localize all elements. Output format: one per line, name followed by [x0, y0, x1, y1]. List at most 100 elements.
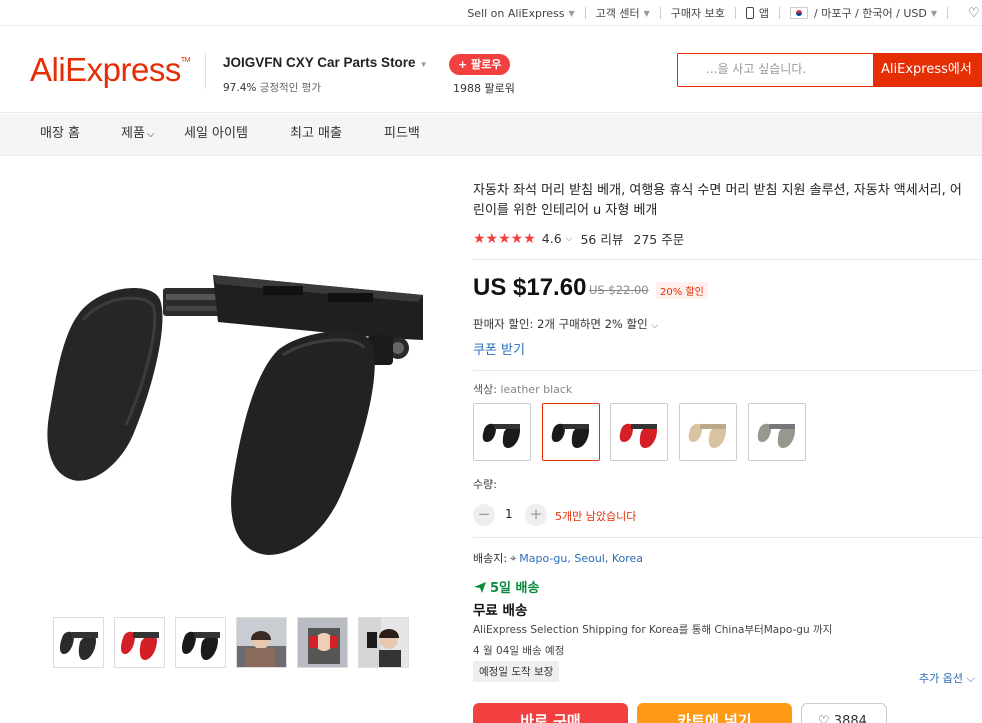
color-swatch[interactable]	[473, 403, 531, 461]
search-button[interactable]: AliExpress에서	[873, 52, 982, 87]
support-link[interactable]: 고객 센터 ▼	[596, 5, 650, 21]
chevron-down-icon: ⌵	[966, 672, 975, 685]
airplane-icon	[474, 581, 486, 593]
quantity-label: 수량:	[473, 478, 497, 491]
divider	[947, 7, 948, 19]
thumbnail-image	[181, 631, 220, 660]
swatch-image	[688, 423, 726, 448]
thumbnail-image	[59, 631, 98, 660]
follow-button[interactable]: + 팔로우	[449, 54, 511, 75]
store-name[interactable]: JOIGVFN CXY Car Parts Store ▼	[223, 55, 428, 70]
aliexpress-logo[interactable]: AliExpressTM	[30, 51, 191, 89]
delivery-guarantee-badge: 예정일 도착 보장	[473, 661, 560, 682]
quantity-increase-button[interactable]: +	[525, 504, 547, 526]
logo-text: AliExpress	[30, 51, 181, 88]
color-swatch-selected[interactable]	[542, 403, 600, 461]
trademark-symbol: TM	[180, 57, 191, 64]
app-label: 앱	[758, 7, 769, 20]
top-links: Sell on AliExpress ▼ 고객 센터 ▼ 구매자 보호 앱 / 마포…	[467, 5, 982, 21]
divider	[734, 7, 736, 19]
store-name-text: JOIGVFN CXY Car Parts Store	[223, 55, 416, 70]
chevron-down-icon: ⌵	[651, 321, 659, 331]
chevron-down-icon: ▼	[930, 8, 937, 18]
divider	[659, 7, 661, 19]
swatch-image	[482, 423, 520, 448]
wishlist-button[interactable]: ♡ 3884	[801, 703, 887, 723]
nav-feedback[interactable]: 피드백	[384, 114, 420, 154]
rating-row: ★★★★★ 4.6 ⌵ 56 리뷰 275 주문	[473, 229, 684, 248]
nav-top-sellers[interactable]: 최고 매출	[290, 114, 342, 154]
followers-count: 1988 팔로워	[453, 82, 515, 95]
thumbnail[interactable]	[236, 617, 287, 668]
thumbnail[interactable]	[114, 617, 165, 668]
buyer-protection-link[interactable]: 구매자 보호	[671, 5, 725, 21]
app-link[interactable]: 앱	[745, 5, 769, 21]
chevron-down-icon: ▼	[568, 8, 575, 18]
sell-label: Sell on AliExpress	[467, 6, 565, 20]
discount-badge: 20% 할인	[656, 282, 708, 299]
region-label: / 마포구 / 한국어 /	[814, 7, 900, 20]
more-options-label: 추가 옵션	[919, 672, 963, 685]
chevron-down-icon: ▼	[643, 8, 650, 18]
add-to-cart-button[interactable]: 카트에 넣기	[637, 703, 792, 723]
product-main-image[interactable]	[38, 260, 438, 570]
header-divider	[205, 53, 206, 89]
quantity-value[interactable]: 1	[505, 507, 513, 521]
store-nav: 매장 홈 제품 ⌵ 세일 아이템 최고 매출 피드백	[0, 114, 982, 156]
original-price: US $22.00	[589, 283, 649, 297]
chevron-down-icon: ▼	[419, 60, 428, 69]
color-swatch[interactable]	[748, 403, 806, 461]
thumbnail[interactable]	[175, 617, 226, 668]
free-shipping: 무료 배송	[473, 603, 528, 619]
thumbnail-image	[298, 618, 347, 667]
nav-products[interactable]: 제품 ⌵	[121, 114, 155, 155]
nav-sale-items[interactable]: 세일 아이템	[184, 114, 248, 154]
divider	[473, 259, 982, 260]
swatch-image	[551, 423, 589, 448]
delivery-estimate: 5일 배송	[473, 577, 539, 596]
phone-icon	[745, 7, 754, 19]
color-label-text: 색상:	[473, 383, 497, 396]
seller-discount[interactable]: 판매자 할인: 2개 구매하면 2% 할인 ⌵	[473, 316, 658, 332]
chevron-down-icon[interactable]: ⌵	[566, 234, 573, 244]
thumbnail-image	[359, 618, 408, 667]
star-rating-icon: ★★★★★	[473, 230, 536, 247]
wishlist-count: 3884	[833, 714, 867, 723]
support-label: 고객 센터	[595, 7, 640, 20]
seller-discount-text: 판매자 할인: 2개 구매하면 2% 할인	[473, 317, 648, 331]
color-swatch[interactable]	[679, 403, 737, 461]
nav-store-home[interactable]: 매장 홈	[40, 114, 80, 154]
color-swatch[interactable]	[610, 403, 668, 461]
thumbnail[interactable]	[53, 617, 104, 668]
color-label: 색상: leather black	[473, 381, 572, 397]
region-selector[interactable]: / 마포구 / 한국어 / USD ▼	[790, 5, 937, 21]
swatch-image	[619, 423, 657, 448]
store-header: AliExpressTM JOIGVFN CXY Car Parts Store…	[0, 27, 982, 113]
current-price: US $17.60	[473, 274, 587, 301]
location-pin-icon: ⌖	[510, 552, 517, 565]
get-coupon-link[interactable]: 쿠폰 받기	[473, 339, 525, 358]
search-input[interactable]: ...을 사고 싶습니다.	[678, 54, 873, 85]
divider	[473, 370, 982, 371]
product-title-line2: 린이를 위한 인테리어 u 자형 베개	[473, 203, 658, 218]
more-options-link[interactable]: 추가 옵션 ⌵	[919, 670, 975, 686]
top-bar: Sell on AliExpress ▼ 고객 센터 ▼ 구매자 보호 앱 / 마포…	[0, 0, 982, 26]
ship-to[interactable]: 배송지: ⌖ Mapo-gu, Seoul, Korea	[473, 550, 643, 566]
chevron-down-icon: ⌵	[146, 129, 155, 140]
product-title-line1: 자동차 좌석 머리 받침 베개, 여행용 휴식 수면 머리 받침 지원 솔루션,…	[473, 183, 962, 198]
delivery-days: 5일 배송	[490, 581, 540, 596]
review-count[interactable]: 56 리뷰	[580, 229, 623, 248]
buy-now-button[interactable]: 바로 구매	[473, 703, 628, 723]
divider	[779, 7, 780, 19]
sell-link[interactable]: Sell on AliExpress ▼	[467, 7, 574, 20]
shipping-method: AliExpress Selection Shipping for Korea를…	[473, 624, 833, 636]
thumbnail[interactable]	[297, 617, 348, 668]
ship-to-location: Mapo-gu, Seoul, Korea	[519, 552, 644, 565]
swatch-image	[757, 423, 795, 448]
rating-value[interactable]: 4.6	[542, 231, 562, 246]
store-rating: 97.4% 긍정적인 평가	[223, 80, 321, 95]
wishlist-heart-icon[interactable]: ♡	[968, 6, 982, 21]
thumbnail[interactable]	[358, 617, 409, 668]
heart-icon: ♡	[818, 714, 830, 723]
quantity-decrease-button[interactable]: −	[473, 504, 495, 526]
